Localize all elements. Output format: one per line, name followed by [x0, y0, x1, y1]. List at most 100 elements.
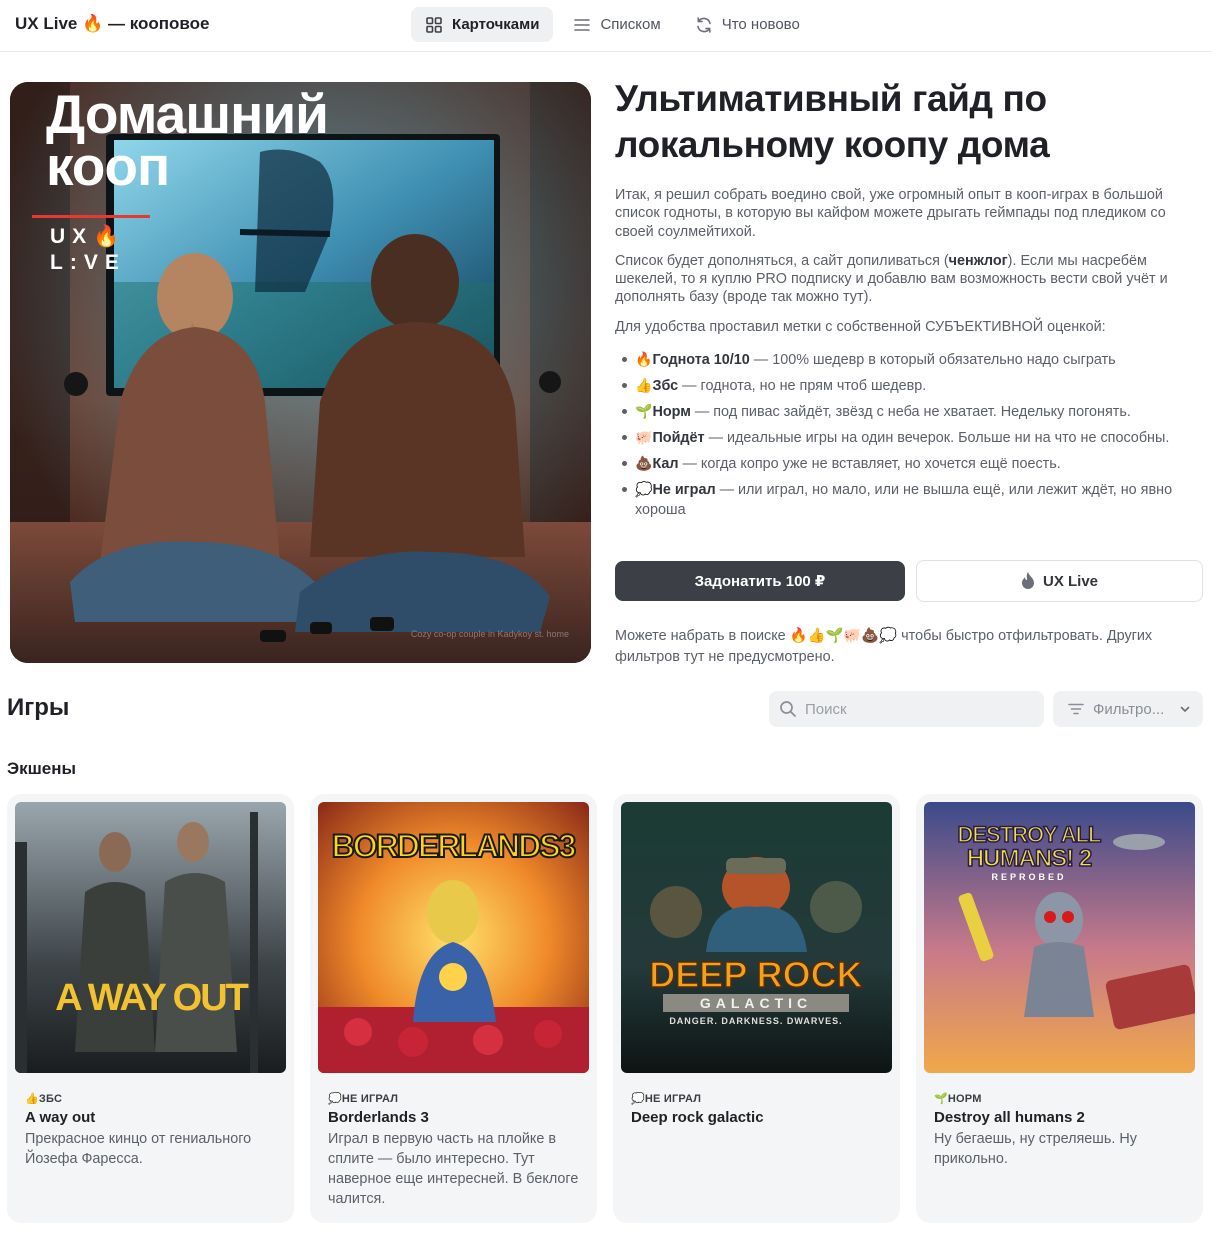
legend-name: Не играл: [652, 482, 716, 499]
legend-item: 🔥Годнота 10/10 — 100% шедевр в который о…: [615, 349, 1205, 370]
uxlive-logo: UX🔥 L:VE: [50, 224, 126, 276]
game-cover: DESTROY ALL HUMANS! 2 REPROBED: [924, 802, 1195, 1073]
cover-title-text: A WAY OUT: [55, 977, 249, 1019]
cover-title-line1: DESTROY ALL: [957, 822, 1101, 847]
legend-text: — годнота, но не прям чтоб шедевр.: [678, 378, 927, 395]
category-heading: Экшены: [7, 759, 77, 778]
legend-name: Кал: [652, 456, 679, 473]
search-box[interactable]: [769, 691, 1044, 727]
list-icon: [574, 18, 591, 31]
filter-label: Фильтро...: [1093, 700, 1165, 718]
page-title: Ультимативный гайд по локальному коопу д…: [615, 78, 1050, 165]
pig-icon: 🐖: [635, 429, 653, 446]
rating-legend: 🔥Годнота 10/10 — 100% шедевр в который о…: [615, 349, 1205, 520]
filter-dropdown[interactable]: Фильтро...: [1053, 691, 1203, 727]
nav-list-button[interactable]: Списком: [559, 7, 674, 42]
poop-icon: 💩: [635, 455, 653, 472]
nav-cards-label: Карточками: [452, 16, 540, 33]
rating-tag: 💭НЕ ИГРАЛ: [328, 1093, 399, 1105]
hero-caption: Cozy co-op couple in Kadykoy st. home: [410, 629, 569, 639]
rating-tag: 💭НЕ ИГРАЛ: [631, 1093, 702, 1105]
rating-tag: 👍ЗБС: [25, 1093, 63, 1105]
cover-a-way-out: A WAY OUT: [15, 802, 286, 1073]
uxlive-button-label: UX Live: [1042, 572, 1099, 590]
legend-text: — когда копро уже не вставляет, но хочет…: [678, 456, 1061, 473]
site-brand[interactable]: UX Live 🔥 — кооповое: [15, 14, 209, 34]
search-input[interactable]: [805, 700, 1025, 718]
game-title: Borderlands 3: [328, 1109, 429, 1126]
game-description: Ну бегаешь, ну стреляешь. Ну прикольно.: [934, 1131, 1137, 1167]
legend-text: — 100% шедевр в который обязательно надо…: [749, 352, 1116, 369]
cover-title-text: BORDERLANDS3: [332, 828, 576, 864]
cover-subtitle-text: REPROBED: [991, 872, 1066, 882]
card-meta: 🌱НОРМ Destroy all humans 2 Ну бегаешь, н…: [924, 1073, 1195, 1169]
legend-text: — идеальные игры на один вечерок. Больше…: [704, 430, 1170, 447]
game-card[interactable]: A WAY OUT 👍ЗБС A way out Прекрасное кинц…: [7, 794, 294, 1223]
legend-name: Пойдёт: [652, 430, 705, 447]
intro-paragraph-1: Итак, я решил собрать воедино свой, уже …: [615, 187, 1166, 240]
legend-item: 🌱Норм — под пивас зайдёт, звёзд с неба н…: [615, 401, 1205, 422]
legend-item: 💩Кал — когда копро уже не вставляет, но …: [615, 453, 1205, 474]
nav-whatsnew-button[interactable]: Что новово: [681, 7, 814, 42]
hero-title: Домашний кооп: [46, 83, 329, 198]
top-bar: UX Live 🔥 — кооповое Карточками Списком …: [0, 0, 1212, 52]
game-cover: BORDERLANDS3: [318, 802, 589, 1073]
cover-title-text: DEEP ROCK: [649, 954, 862, 995]
game-title: A way out: [25, 1109, 96, 1126]
hero-image: Домашний кооп UX🔥 L:VE Cozy co-op couple…: [10, 82, 591, 663]
legend-name: Норм: [652, 404, 691, 421]
flame-icon: [1021, 572, 1034, 589]
changelog-link[interactable]: ченжлог: [949, 253, 1008, 269]
game-card[interactable]: DESTROY ALL HUMANS! 2 REPROBED 🌱НОРМ Des…: [916, 794, 1203, 1223]
intro-section: Ультимативный гайд по локальному коопу д…: [615, 76, 1205, 525]
nav-cards-button[interactable]: Карточками: [411, 7, 554, 42]
games-heading: Игры: [7, 694, 70, 721]
thumbs-up-icon: 👍: [635, 377, 653, 394]
uxlive-logo-line1: UX🔥: [50, 225, 127, 248]
card-meta: 💭НЕ ИГРАЛ Borderlands 3 Играл в первую ч…: [318, 1073, 589, 1209]
donate-button[interactable]: Задонатить 100 ₽: [615, 561, 905, 601]
legend-item: 👍Збс — годнота, но не прям чтоб шедевр.: [615, 375, 1205, 396]
search-icon: [780, 701, 796, 717]
legend-item: 🐖Пойдёт — идеальные игры на один вечерок…: [615, 427, 1205, 448]
cover-subtitle-text: GALACTIC: [700, 995, 812, 1011]
game-cover: DEEP ROCK GALACTIC DANGER. DARKNESS. DWA…: [621, 802, 892, 1073]
game-description: Играл в первую часть на плойке в сплите …: [328, 1131, 579, 1207]
uxlive-button[interactable]: UX Live: [916, 560, 1203, 602]
game-description: Прекрасное кинцо от гениального Йозефа Ф…: [25, 1131, 252, 1167]
game-title: Destroy all humans 2: [934, 1109, 1085, 1126]
cover-deep-rock-galactic: DEEP ROCK GALACTIC DANGER. DARKNESS. DWA…: [621, 802, 892, 1073]
cover-tagline-text: DANGER. DARKNESS. DWARVES.: [669, 1016, 842, 1026]
legend-name: Годнота 10/10: [652, 352, 750, 369]
grid-icon: [426, 16, 442, 33]
game-card[interactable]: DEEP ROCK GALACTIC DANGER. DARKNESS. DWA…: [613, 794, 900, 1223]
game-title: Deep rock galactic: [631, 1109, 764, 1126]
legend-text: — под пивас зайдёт, звёзд с неба не хват…: [690, 404, 1131, 421]
card-meta: 💭НЕ ИГРАЛ Deep rock galactic: [621, 1073, 892, 1127]
refresh-icon: [696, 16, 711, 33]
game-card[interactable]: BORDERLANDS3 💭НЕ ИГРАЛ Borderlands 3 Игр…: [310, 794, 597, 1223]
game-cover: A WAY OUT: [15, 802, 286, 1073]
uxlive-logo-line2: L:VE: [50, 251, 126, 274]
hero-title-line2: кооп: [46, 135, 170, 198]
seedling-icon: 🌱: [635, 403, 653, 420]
hero-red-rule: [32, 215, 150, 218]
fire-icon: 🔥: [635, 351, 653, 368]
cover-title-line2: HUMANS! 2: [967, 845, 1092, 872]
intro-paragraph-2: Список будет дополняться, а сайт допилив…: [615, 252, 1205, 307]
card-meta: 👍ЗБС A way out Прекрасное кинцо от гениа…: [15, 1073, 286, 1169]
game-cards-row: A WAY OUT 👍ЗБС A way out Прекрасное кинц…: [7, 794, 1203, 1223]
cover-destroy-all-humans-2: DESTROY ALL HUMANS! 2 REPROBED: [924, 802, 1195, 1073]
filter-icon: [1068, 703, 1084, 715]
intro-p2-before: Список будет дополняться, а сайт допилив…: [615, 252, 949, 269]
rating-tag: 🌱НОРМ: [934, 1093, 982, 1105]
intro-paragraph-3: Для удобства проставил метки с собственн…: [615, 318, 1106, 335]
legend-text: — или играл, но мало, или не вышла ещё, …: [635, 482, 1173, 519]
nav-whatsnew-label: Что новово: [721, 16, 800, 33]
search-hint: Можете набрать в поиске 🔥👍🌱🐖💩💭 чтобы быс…: [615, 628, 1153, 665]
nav-list-label: Списком: [600, 16, 661, 33]
legend-item: 💭Не играл — или играл, но мало, или не в…: [615, 479, 1205, 520]
legend-name: Збс: [652, 378, 679, 395]
cover-borderlands-3: BORDERLANDS3: [318, 802, 589, 1073]
hero-title-line1: Домашний: [46, 83, 329, 145]
